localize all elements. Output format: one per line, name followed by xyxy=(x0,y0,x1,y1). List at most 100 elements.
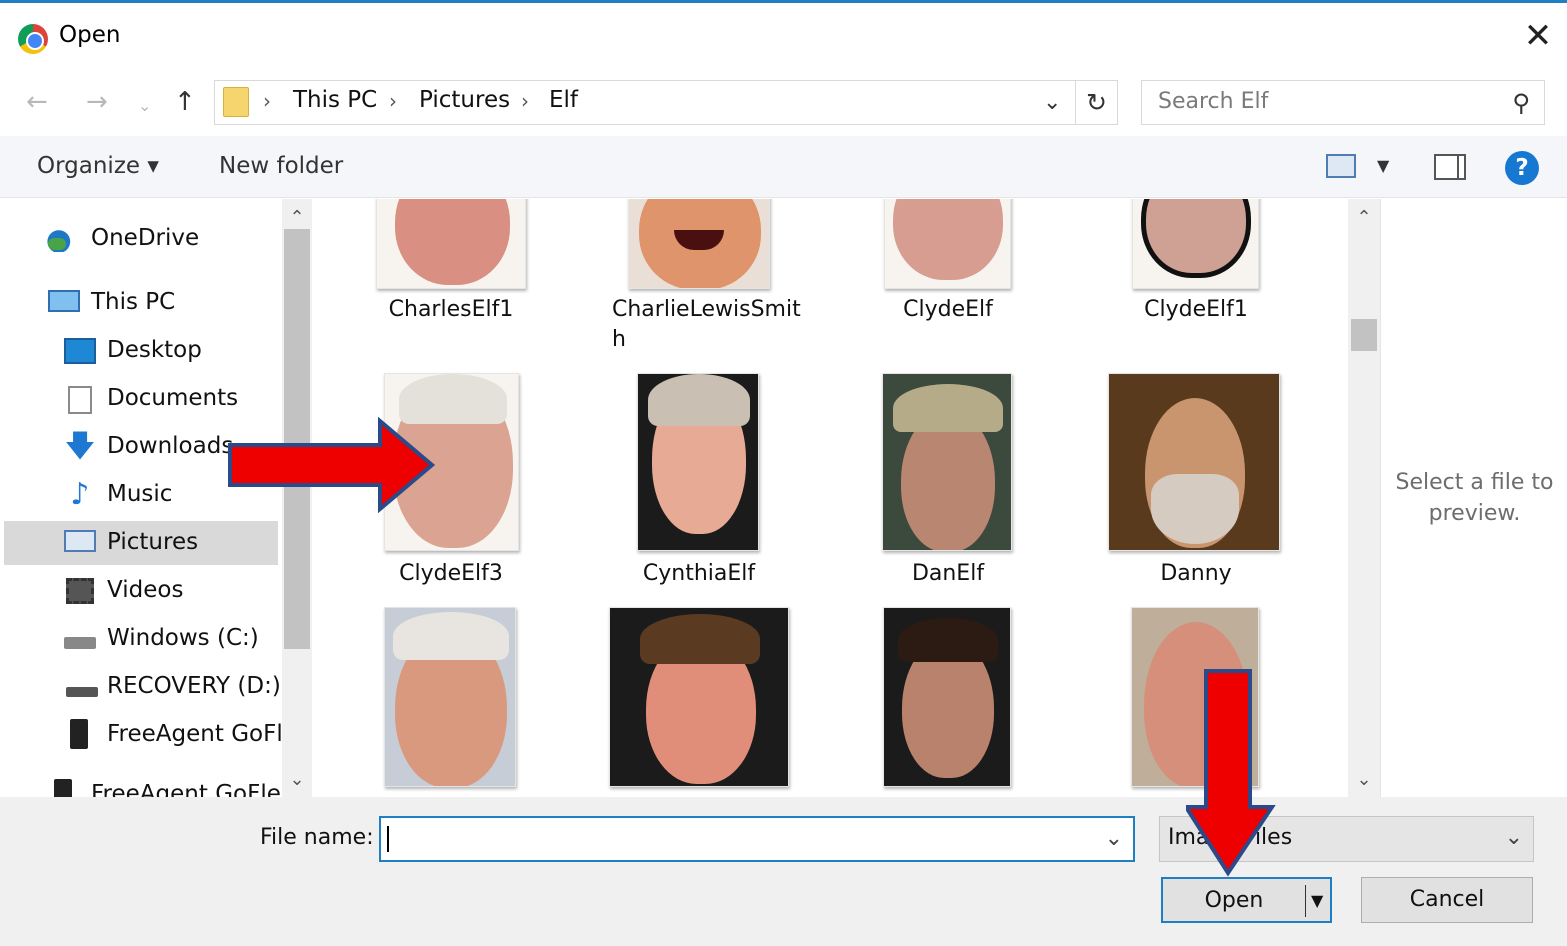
file-name[interactable]: CynthiaElf xyxy=(584,559,814,589)
file-thumbnail[interactable] xyxy=(1108,373,1280,551)
preview-message: Select a file to preview. xyxy=(1395,470,1554,526)
text-caret xyxy=(387,826,389,852)
annotation-arrow-down-icon xyxy=(1186,669,1276,877)
sidebar-item-label: Windows (C:) xyxy=(107,625,259,651)
organize-menu[interactable]: Organize ▾ xyxy=(37,153,159,179)
sidebar-item-windows-c[interactable]: Windows (C:) xyxy=(0,617,282,661)
back-arrow-icon[interactable]: ← xyxy=(26,88,48,116)
chevron-down-icon[interactable]: ⌄ xyxy=(1105,826,1123,851)
open-options-chevron-icon[interactable]: ▼ xyxy=(1311,879,1323,923)
file-thumbnail[interactable] xyxy=(883,607,1011,787)
breadcrumb-separator: › xyxy=(521,89,529,113)
sidebar-item-freeagent-2[interactable]: FreeAgent GoFle... xyxy=(0,773,282,797)
sidebar-item-onedrive[interactable]: OneDrive xyxy=(0,217,282,261)
annotation-arrow-right-icon xyxy=(228,417,436,513)
file-name-label: File name: xyxy=(260,825,374,850)
chevron-down-icon[interactable]: ▼ xyxy=(1377,156,1389,175)
refresh-icon[interactable]: ↻ xyxy=(1075,81,1117,124)
title-bar: Open ✕ xyxy=(0,6,1567,66)
help-icon[interactable]: ? xyxy=(1505,151,1539,185)
file-list-scrollbar[interactable]: ⌃ ⌄ xyxy=(1348,199,1380,797)
navigation-bar: ← → ⌄ ↑ › This PC › Pictures › Elf ⌄ ↻ S… xyxy=(0,68,1567,136)
file-thumbnail[interactable] xyxy=(882,373,1012,551)
file-name[interactable]: ClydeElf3 xyxy=(336,559,566,589)
file-name[interactable]: ClydeElf1 xyxy=(1081,295,1311,325)
breadcrumb-pictures[interactable]: Pictures xyxy=(419,87,510,113)
file-thumbnail[interactable] xyxy=(384,607,516,787)
desktop-icon xyxy=(64,338,96,364)
close-icon[interactable]: ✕ xyxy=(1518,18,1558,58)
sidebar-item-documents[interactable]: Documents xyxy=(0,377,282,421)
folder-icon xyxy=(223,87,249,117)
open-file-dialog: Open ✕ ← → ⌄ ↑ › This PC › Pictures › El… xyxy=(0,0,1567,946)
forward-arrow-icon[interactable]: → xyxy=(86,88,108,116)
file-name[interactable]: Danny xyxy=(1081,559,1311,589)
sidebar-item-label: This PC xyxy=(91,289,176,315)
sidebar-item-label: OneDrive xyxy=(91,225,200,251)
search-input[interactable]: Search Elf xyxy=(1158,89,1268,114)
file-name[interactable]: ClydeElf xyxy=(833,295,1063,325)
music-icon: ♪ xyxy=(70,477,90,512)
sidebar-item-desktop[interactable]: Desktop xyxy=(0,329,282,373)
new-folder-button[interactable]: New folder xyxy=(219,153,343,179)
search-box[interactable]: Search Elf ⚲ xyxy=(1141,80,1545,125)
sidebar-item-videos[interactable]: Videos xyxy=(0,569,282,613)
videos-icon xyxy=(66,578,94,604)
downloads-icon: 🡇 xyxy=(64,429,96,464)
drive-icon xyxy=(64,637,96,649)
sidebar-item-label: Videos xyxy=(107,577,184,603)
chevron-down-icon[interactable]: ⌄ xyxy=(1043,90,1061,115)
sidebar-item-label: Pictures xyxy=(107,529,199,555)
this-pc-icon xyxy=(48,290,80,312)
file-name[interactable]: CharlesElf1 xyxy=(336,295,566,325)
cancel-button[interactable]: Cancel xyxy=(1361,877,1533,923)
file-name[interactable]: DanElf xyxy=(833,559,1063,589)
scroll-down-icon[interactable]: ⌄ xyxy=(282,765,312,795)
sidebar-item-label: Desktop xyxy=(107,337,202,363)
breadcrumb-elf[interactable]: Elf xyxy=(549,87,578,113)
sidebar-item-pictures[interactable]: Pictures xyxy=(4,521,278,565)
breadcrumb-separator: › xyxy=(389,89,397,113)
sidebar-item-recovery-d[interactable]: RECOVERY (D:) xyxy=(0,665,282,709)
pictures-icon xyxy=(64,530,96,552)
up-arrow-icon[interactable]: ↑ xyxy=(174,88,196,116)
file-thumbnail[interactable] xyxy=(1132,199,1259,289)
file-thumbnail[interactable] xyxy=(884,199,1011,289)
file-thumbnail[interactable] xyxy=(376,199,526,289)
onedrive-icon xyxy=(46,226,78,252)
search-icon[interactable]: ⚲ xyxy=(1512,89,1530,117)
address-bar[interactable]: › This PC › Pictures › Elf ⌄ ↻ xyxy=(214,80,1118,125)
external-drive-icon xyxy=(54,779,72,797)
sidebar-item-label: Downloads xyxy=(107,433,234,459)
drive-icon xyxy=(66,687,98,697)
scroll-up-icon[interactable]: ⌃ xyxy=(1349,203,1379,233)
recent-locations-icon[interactable]: ⌄ xyxy=(138,92,151,120)
command-toolbar: Organize ▾ New folder ▼ xyxy=(0,136,1567,198)
open-button[interactable]: Open ▼ xyxy=(1161,877,1332,923)
external-drive-icon xyxy=(70,719,88,749)
open-button-label: Open xyxy=(1204,888,1264,913)
file-name-field[interactable]: ⌄ xyxy=(379,816,1135,862)
change-view-icon[interactable] xyxy=(1326,154,1356,178)
scrollbar-thumb[interactable] xyxy=(1351,319,1377,351)
dialog-footer: File name: ⌄ Image Files ⌄ Open ▼ Cancel xyxy=(0,797,1567,946)
file-name[interactable]: CharlieLewisSmith xyxy=(584,295,814,355)
sidebar-item-freeagent[interactable]: FreeAgent GoFle xyxy=(0,713,282,757)
documents-icon xyxy=(68,386,92,414)
window-title: Open xyxy=(59,22,121,48)
breadcrumb-this-pc[interactable]: This PC xyxy=(293,87,377,113)
sidebar-item-label: Music xyxy=(107,481,173,507)
file-thumbnail[interactable] xyxy=(609,607,789,787)
chrome-icon xyxy=(18,24,48,54)
sidebar-item-label: FreeAgent GoFle xyxy=(107,721,282,747)
split-divider xyxy=(1305,885,1306,917)
file-thumbnail[interactable] xyxy=(628,199,770,289)
chevron-down-icon[interactable]: ⌄ xyxy=(1505,825,1523,850)
preview-pane-icon[interactable] xyxy=(1434,154,1466,180)
sidebar-item-this-pc[interactable]: This PC xyxy=(0,281,282,325)
file-thumbnail[interactable] xyxy=(637,373,759,551)
sidebar-item-label: FreeAgent GoFle... xyxy=(91,781,282,797)
breadcrumb-separator: › xyxy=(263,89,271,113)
preview-pane: Select a file to preview. xyxy=(1380,199,1567,797)
scroll-down-icon[interactable]: ⌄ xyxy=(1349,765,1379,795)
